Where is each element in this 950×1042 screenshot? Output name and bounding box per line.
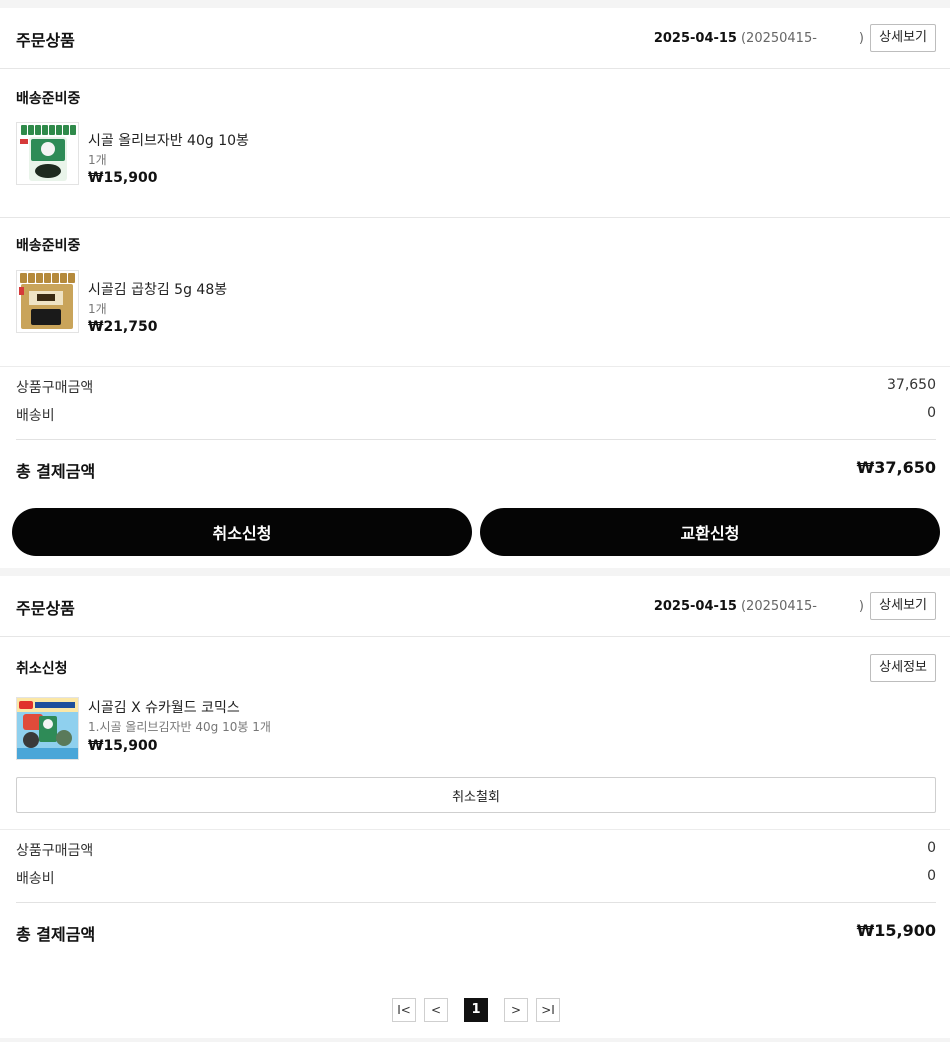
- product-price: ₩15,900: [88, 170, 158, 186]
- product-name[interactable]: 시골 올리브자반 40g 10봉: [88, 130, 249, 150]
- total-value: ₩37,650: [856, 458, 936, 477]
- product-name[interactable]: 시골김 곱창김 5g 48봉: [88, 279, 227, 299]
- product-amount-row: 상품구매금액 37,650: [16, 377, 936, 397]
- prev-page-button[interactable]: <: [424, 998, 448, 1022]
- section-divider: [0, 366, 950, 367]
- next-page-button[interactable]: >: [504, 998, 528, 1022]
- order-item: 배송준비중 시골 올리브자반 40g 10봉 1개 ₩15,900: [0, 69, 950, 217]
- shipping-value: 0: [927, 405, 936, 421]
- seaweed-pack-gold-icon[interactable]: [16, 270, 79, 333]
- product-option: 1개: [88, 302, 107, 316]
- product-amount-value: 37,650: [887, 377, 936, 393]
- order-meta: 2025-04-15 (20250415-): [654, 31, 864, 46]
- shipping-value: 0: [927, 868, 936, 884]
- product-amount-label: 상품구매금액: [16, 380, 94, 396]
- order-item: 배송준비중 시골김 곱창김 5g 48봉 1개 ₩21,750: [0, 218, 950, 366]
- shipping-label: 배송비: [16, 871, 55, 887]
- item-status: 배송준비중: [16, 238, 81, 254]
- seaweed-pack-green-icon[interactable]: [16, 122, 79, 185]
- order-number: (20250415-: [740, 599, 817, 614]
- order-date: 2025-04-15: [653, 31, 737, 46]
- product-price: ₩15,900: [88, 738, 158, 754]
- order-title: 주문상품: [16, 599, 75, 618]
- order-meta: 2025-04-15 (20250415-): [654, 599, 864, 614]
- comics-bundle-icon[interactable]: [16, 697, 79, 760]
- item-status: 취소신청: [16, 661, 68, 677]
- shipping-row: 배송비 0: [16, 868, 936, 888]
- page-number-current[interactable]: 1: [464, 998, 488, 1022]
- item-status: 배송준비중: [16, 91, 81, 107]
- order-detail-button[interactable]: 상세보기: [870, 24, 936, 52]
- order-item: 취소신청 상세정보 시골김 X 슈카월드 코믹스 1.시골 올리브김자반 40g…: [0, 637, 950, 829]
- section-divider: [0, 829, 950, 830]
- order-number: (20250415-: [740, 31, 817, 46]
- order-date: 2025-04-15: [653, 599, 737, 614]
- first-page-button[interactable]: I<: [392, 998, 416, 1022]
- summary-divider: [16, 902, 936, 903]
- summary-divider: [16, 439, 936, 440]
- order-number-close: ): [858, 31, 864, 46]
- product-name[interactable]: 시골김 X 슈카월드 코믹스: [88, 697, 240, 717]
- exchange-request-button[interactable]: 교환신청: [480, 508, 940, 556]
- total-row: 총 결제금액 ₩37,650: [16, 458, 936, 482]
- product-price: ₩21,750: [88, 319, 158, 335]
- total-value: ₩15,900: [856, 921, 936, 940]
- product-amount-row: 상품구매금액 0: [16, 840, 936, 860]
- product-amount-value: 0: [927, 840, 936, 856]
- order-header: 주문상품 2025-04-15 (20250415-) 상세보기: [0, 576, 950, 637]
- product-option: 1개: [88, 153, 107, 167]
- total-row: 총 결제금액 ₩15,900: [16, 921, 936, 945]
- order-card: 주문상품 2025-04-15 (20250415-) 상세보기 취소신청 상세정…: [0, 576, 950, 1038]
- order-detail-button[interactable]: 상세보기: [870, 592, 936, 620]
- product-amount-label: 상품구매금액: [16, 843, 94, 859]
- pagination: I< < 1 > >I: [0, 998, 950, 1024]
- cancel-withdraw-button[interactable]: 취소철회: [16, 777, 936, 813]
- last-page-button[interactable]: >I: [536, 998, 560, 1022]
- product-option: 1.시골 올리브김자반 40g 10봉 1개: [88, 720, 271, 734]
- order-title: 주문상품: [16, 31, 75, 50]
- cancel-request-button[interactable]: 취소신청: [12, 508, 472, 556]
- total-label: 총 결제금액: [16, 925, 96, 944]
- order-card: 주문상품 2025-04-15 (20250415-) 상세보기 배송준비중 시골…: [0, 8, 950, 568]
- total-label: 총 결제금액: [16, 462, 96, 481]
- shipping-row: 배송비 0: [16, 405, 936, 425]
- shipping-label: 배송비: [16, 408, 55, 424]
- order-header: 주문상품 2025-04-15 (20250415-) 상세보기: [0, 8, 950, 69]
- order-number-close: ): [858, 599, 864, 614]
- detail-info-button[interactable]: 상세정보: [870, 654, 936, 682]
